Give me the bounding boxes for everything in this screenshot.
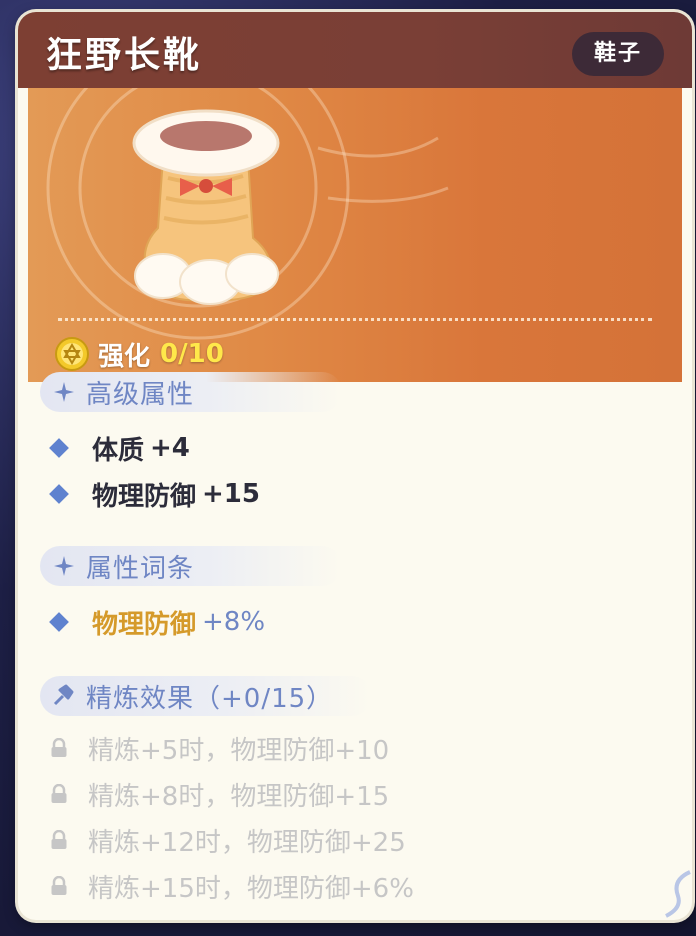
hammer-icon [53,684,74,706]
lock-icon [51,876,67,895]
refine-effect-text: 精炼+15时，物理防御+6% [88,873,414,904]
stat-value: +15 [202,479,260,509]
lock-icon [51,784,67,803]
refine-effect-text: 精炼+5时，物理防御+10 [88,735,390,766]
affix-label: 物理防御 [92,609,197,640]
diamond-icon [49,438,69,458]
stat-label: 物理防御 [92,481,197,512]
affix-value: +8% [202,607,266,637]
section-title-refine: 精炼效果（+0/15） [86,683,334,714]
corner-swirl-decoration [665,870,691,918]
wild-boots-image [132,109,280,305]
refine-effect-row: 精炼+12时，物理防御+25 [50,822,406,858]
diamond-icon [49,612,69,632]
stat-value: +4 [150,433,190,463]
item-detail-card: 狂野长靴 鞋子 强化 0/10 高级属性 体质 +4 物理防御 +15 属性词条… [18,12,692,920]
star-of-david-coin-icon [55,337,89,371]
lock-icon [51,738,67,757]
stat-label: 体质 [92,435,145,466]
refine-effect-row: 精炼+5时，物理防御+10 [50,730,389,766]
lock-icon [51,830,67,849]
item-type-badge: 鞋子 [571,32,664,76]
refine-effect-text: 精炼+8时，物理防御+15 [88,781,390,812]
sparkle-icon [54,382,74,402]
diamond-icon [49,484,69,504]
stat-row: 物理防御 +15 [49,476,260,512]
enhance-status: 强化 0/10 [54,334,224,374]
stat-row: 体质 +4 [49,430,190,466]
section-header-refine: 精炼效果（+0/15） [40,676,372,716]
card-header: 狂野长靴 鞋子 [18,12,692,88]
refine-effect-text: 精炼+12时，物理防御+25 [88,827,406,858]
section-header-advanced: 高级属性 [40,372,342,412]
affix-row: 物理防御 +8% [49,604,266,640]
divider-dotted [58,318,652,321]
refine-effect-row: 精炼+15时，物理防御+6% [50,868,414,904]
section-title-advanced: 高级属性 [86,379,195,410]
item-name: 狂野长靴 [46,35,203,76]
sparkle-icon [54,556,74,576]
refine-effect-row: 精炼+8时，物理防御+15 [50,776,389,812]
item-preview-panel: 强化 0/10 [28,88,682,382]
enhance-label: 强化 [98,341,151,372]
section-header-affix: 属性词条 [40,546,342,586]
enhance-value: 0/10 [160,339,224,369]
section-title-affix: 属性词条 [86,553,195,584]
